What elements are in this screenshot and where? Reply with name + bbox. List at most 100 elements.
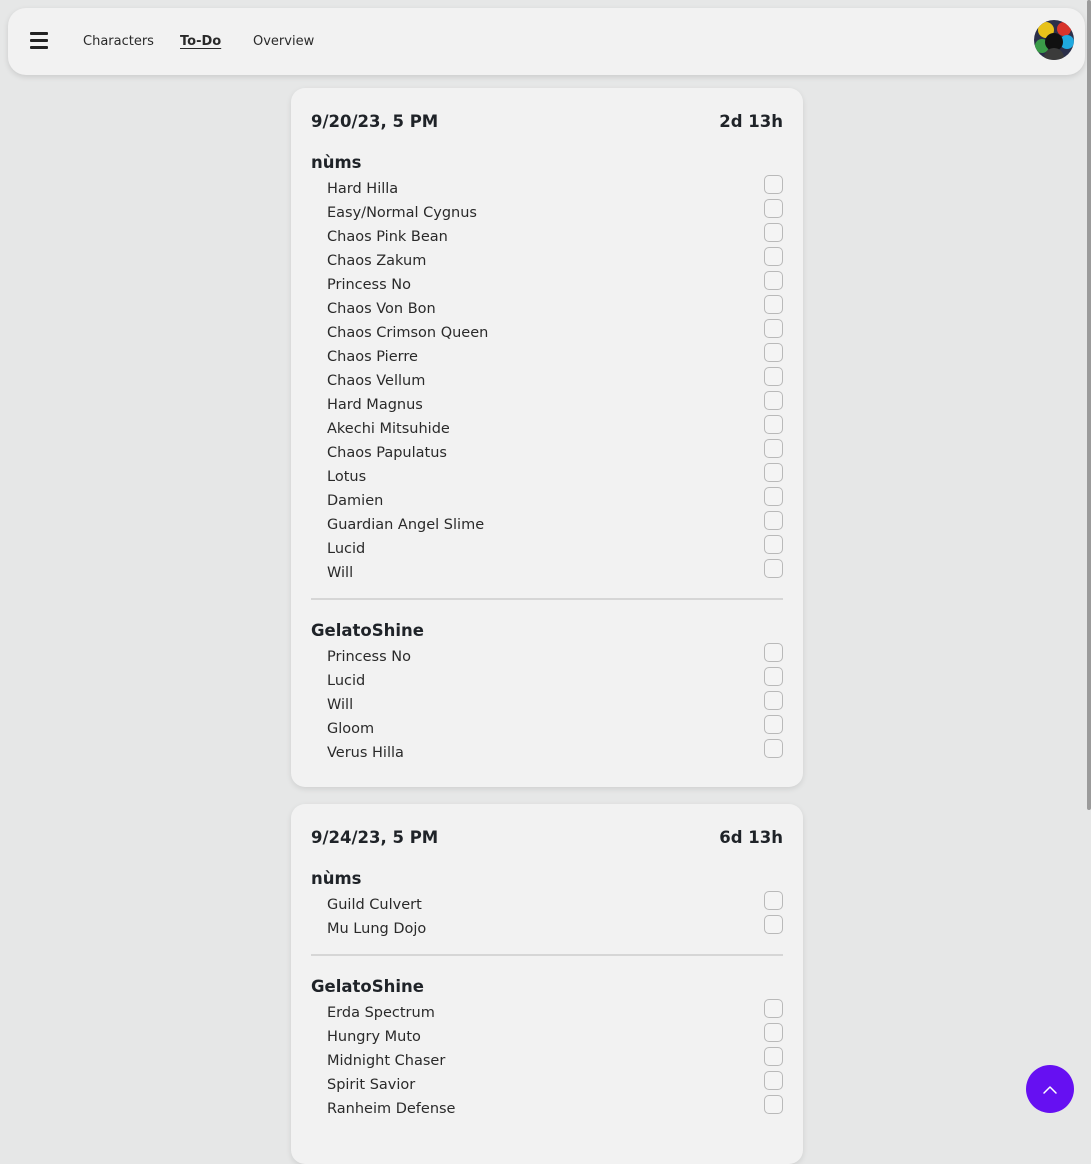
boss-item[interactable]: Lucid [327,667,783,694]
boss-checkbox[interactable] [764,1047,783,1066]
boss-item[interactable]: Will [327,559,783,586]
character-name: nùms [311,869,362,888]
boss-item[interactable]: Gloom [327,715,783,742]
boss-item[interactable]: Chaos Pink Bean [327,223,783,250]
boss-item[interactable]: Mu Lung Dojo [327,915,783,942]
boss-label: Lucid [327,673,366,689]
boss-checkbox[interactable] [764,1095,783,1114]
boss-item[interactable]: Hard Hilla [327,175,783,202]
divider [311,954,783,956]
boss-label: Ranheim Defense [327,1101,456,1117]
boss-checkbox[interactable] [764,559,783,578]
boss-item[interactable]: Midnight Chaser [327,1047,783,1074]
character-name: GelatoShine [311,977,424,996]
boss-label: Lotus [327,469,367,485]
boss-label: Gloom [327,721,375,737]
boss-checkbox[interactable] [764,739,783,758]
boss-checkbox[interactable] [764,247,783,266]
boss-checkbox[interactable] [764,487,783,506]
boss-label: Will [327,565,354,581]
boss-checkbox[interactable] [764,367,783,386]
boss-checkbox[interactable] [764,343,783,362]
boss-checkbox[interactable] [764,391,783,410]
boss-checkbox[interactable] [764,199,783,218]
boss-item[interactable]: Easy/Normal Cygnus [327,199,783,226]
boss-label: Spirit Savior [327,1077,416,1093]
boss-checkbox[interactable] [764,415,783,434]
boss-label: Midnight Chaser [327,1053,446,1069]
boss-item[interactable]: Hard Magnus [327,391,783,418]
boss-checkbox[interactable] [764,223,783,242]
boss-item[interactable]: Lotus [327,463,783,490]
boss-item[interactable]: Chaos Von Bon [327,295,783,322]
boss-label: Akechi Mitsuhide [327,421,450,437]
nav-link-overview[interactable]: Overview [253,34,314,49]
boss-checkbox[interactable] [764,891,783,910]
character-name: GelatoShine [311,621,424,640]
nav-link-todo[interactable]: To-Do [180,34,221,49]
boss-checkbox[interactable] [764,463,783,482]
divider [311,598,783,600]
boss-checkbox[interactable] [764,1023,783,1042]
boss-item[interactable]: Chaos Vellum [327,367,783,394]
boss-item[interactable]: Ranheim Defense [327,1095,783,1122]
boss-checkbox[interactable] [764,1071,783,1090]
boss-label: Erda Spectrum [327,1005,435,1021]
boss-label: Hard Hilla [327,181,399,197]
boss-checkbox[interactable] [764,535,783,554]
boss-item[interactable]: Chaos Zakum [327,247,783,274]
boss-item[interactable]: Chaos Pierre [327,343,783,370]
boss-checkbox[interactable] [764,295,783,314]
hamburger-menu-icon[interactable] [30,32,48,50]
time-remaining: 6d 13h [719,828,783,847]
boss-label: Easy/Normal Cygnus [327,205,477,221]
boss-item[interactable]: Damien [327,487,783,514]
top-navbar: Characters To-Do Overview [8,8,1085,75]
user-avatar[interactable] [1034,20,1074,60]
boss-item[interactable]: Chaos Crimson Queen [327,319,783,346]
boss-label: Chaos Vellum [327,373,426,389]
boss-label: Chaos Papulatus [327,445,447,461]
boss-checkbox[interactable] [764,175,783,194]
scroll-to-top-button[interactable] [1026,1065,1074,1113]
boss-item[interactable]: Hungry Muto [327,1023,783,1050]
reset-card: 9/20/23, 5 PM 2d 13h nùms GelatoShine Ha… [291,88,803,787]
page-scrollbar[interactable] [1087,0,1091,810]
boss-item[interactable]: Chaos Papulatus [327,439,783,466]
boss-checkbox[interactable] [764,667,783,686]
reset-date: 9/20/23, 5 PM [311,112,439,131]
nav-link-characters[interactable]: Characters [83,34,154,49]
boss-item[interactable]: Guardian Angel Slime [327,511,783,538]
boss-label: Princess No [327,649,411,665]
boss-item[interactable]: Spirit Savior [327,1071,783,1098]
boss-label: Chaos Pierre [327,349,418,365]
boss-label: Will [327,697,354,713]
boss-item[interactable]: Lucid [327,535,783,562]
boss-item[interactable]: Erda Spectrum [327,999,783,1026]
boss-item[interactable]: Will [327,691,783,718]
boss-label: Damien [327,493,384,509]
boss-label: Princess No [327,277,411,293]
boss-checkbox[interactable] [764,643,783,662]
character-name: nùms [311,153,362,172]
boss-item[interactable]: Verus Hilla [327,739,783,766]
boss-checkbox[interactable] [764,999,783,1018]
boss-checkbox[interactable] [764,319,783,338]
boss-item[interactable]: Akechi Mitsuhide [327,415,783,442]
boss-item[interactable]: Guild Culvert [327,891,783,918]
boss-label: Hard Magnus [327,397,423,413]
boss-label: Hungry Muto [327,1029,421,1045]
boss-checkbox[interactable] [764,511,783,530]
reset-card: 9/24/23, 5 PM 6d 13h nùms GelatoShine Gu… [291,804,803,1164]
boss-label: Verus Hilla [327,745,404,761]
boss-checkbox[interactable] [764,691,783,710]
boss-label: Mu Lung Dojo [327,921,427,937]
boss-checkbox[interactable] [764,439,783,458]
boss-item[interactable]: Princess No [327,643,783,670]
boss-checkbox[interactable] [764,715,783,734]
boss-label: Chaos Pink Bean [327,229,448,245]
boss-label: Chaos Von Bon [327,301,436,317]
boss-checkbox[interactable] [764,271,783,290]
boss-checkbox[interactable] [764,915,783,934]
boss-item[interactable]: Princess No [327,271,783,298]
